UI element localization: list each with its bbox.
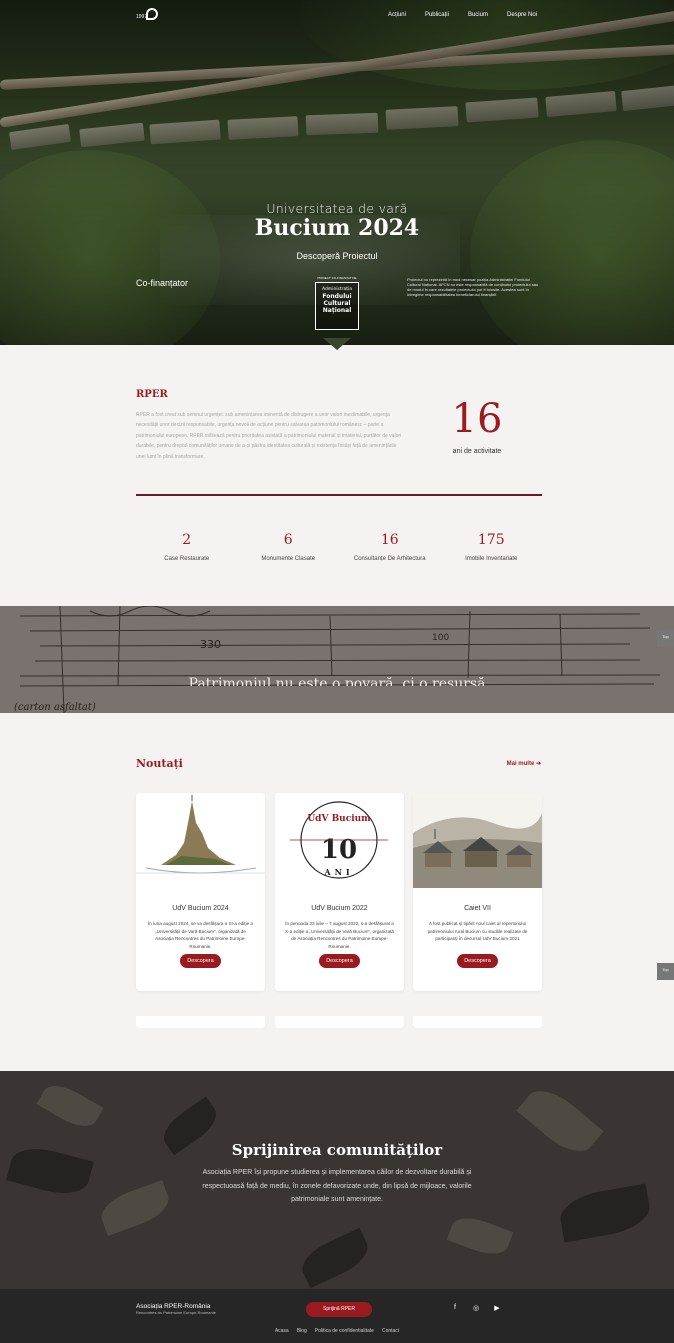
card-title[interactable]: UdV Bucium 2024 [136,905,265,912]
scroll-top-button[interactable]: Top [657,630,674,647]
stat-item: 16 Consultanțe De Arhitectura [339,532,441,562]
instagram-icon[interactable]: ◎ [471,1304,481,1312]
news-more-link[interactable]: Mai multe ➔ [507,760,541,767]
stat-item: 6 Monumente Clasate [238,532,340,562]
afcn-caption: PROIECT CO-FINANȚAT DE [317,276,357,280]
stats-row: 2 Case Restaurate 6 Monumente Clasate 16… [136,532,542,562]
footer-org-name: Asociația RPER-România [136,1303,211,1310]
scroll-top-button[interactable]: Top [657,963,674,980]
nav-despre-noi[interactable]: Despre Noi [507,12,537,18]
card-description: A fost publicat și tipărit noul caiet al… [427,921,528,941]
hero-section: 1997 Acțiuni Publicații Bucium Despre No… [0,0,674,345]
footer-link-blog[interactable]: Blog [297,1328,307,1334]
nav-actiuni[interactable]: Acțiuni [388,12,406,18]
stat-label: Monumente Clasate [261,556,316,562]
card-placeholder [275,1016,404,1028]
section-divider [136,494,542,496]
card-placeholder [413,1016,542,1028]
footer-links: Acasa Blog Politica de confidentialitate… [0,1328,674,1334]
afcn-line: Fondului [322,293,352,300]
rper-title: RPER [136,389,168,400]
social-links: f ◎ ▶ [450,1304,502,1312]
card-description: În perioada 23 iulie – 7 august 2022, s-… [285,921,394,949]
card-image[interactable]: UdV Bucium 10 ANI [275,793,404,888]
rper-description: RPER a fost creat sub semnul urgenței: s… [136,412,402,460]
nav-bucium[interactable]: Bucium [468,12,488,18]
facebook-icon[interactable]: f [450,1304,460,1312]
card-image[interactable] [413,793,542,888]
card-placeholder [136,1016,265,1028]
sketch-band: 330 100 (carton asfaltat) [0,606,674,713]
news-card: Caiet VII A fost publicat și tipărit nou… [413,793,542,991]
stat-value: 175 [477,532,505,548]
hero-title: Bucium 2024 [254,215,420,241]
card-title[interactable]: UdV Bucium 2022 [275,905,404,912]
card-button[interactable]: Descopera [319,954,360,968]
stat-item: 175 Imobile Inventariate [441,532,543,562]
funding-disclaimer: Proiectul nu reprezintă în mod necesar p… [407,277,539,297]
youtube-icon[interactable]: ▶ [492,1304,502,1312]
sketch-label: 100 [432,633,449,643]
hero-notch [323,338,351,350]
stat-item: 2 Case Restaurate [136,532,238,562]
stat-value: 16 [380,532,399,548]
news-card: UdV Bucium 10 ANI UdV Bucium 2022 În per… [275,793,404,991]
afcn-logo[interactable]: Administrația Fondului Cultural Național [315,282,359,330]
sketch-label: (carton asfaltat) [14,702,96,713]
years-label: ani de activitate [452,448,502,455]
site-logo[interactable]: 1997 [136,8,160,22]
card-button[interactable]: Descopera [457,954,498,968]
years-count: 16 [451,396,503,442]
main-nav: Acțiuni Publicații Bucium Despre Noi [388,12,537,18]
logo-ani: ANI [323,867,353,877]
nav-publicatii[interactable]: Publicații [425,12,449,18]
sketch-label: 330 [200,638,221,651]
band-quote: Patrimoniul nu este o povară, ci o resur… [188,676,486,686]
card-title[interactable]: Caiet VII [413,905,542,912]
footer-link-acasa[interactable]: Acasa [275,1328,289,1334]
afcn-line: Național [322,307,352,314]
hero-subtitle: Universitatea de vară [266,201,408,216]
stat-value: 6 [283,532,293,548]
stat-label: Imobile Inventariate [465,556,518,562]
afcn-line: Cultural [323,300,351,307]
sketch-drawing: 330 100 (carton asfaltat) [0,606,674,713]
stat-value: 2 [182,532,192,548]
news-title: Noutați [136,757,183,770]
logo-number: 10 [321,835,357,865]
logo-mark-icon [146,8,158,20]
support-text: Asociația RPER își propune studierea și … [202,1169,472,1203]
afcn-line: Administrația [321,287,353,292]
card-button[interactable]: Descopera [180,954,221,968]
support-title: Sprijinirea comunităților [231,1141,443,1159]
logo-text: UdV Bucium [307,814,371,824]
hero-cta-link[interactable]: Descoperă Proiectul [0,251,674,261]
card-description: În luna august 2024, se va desfășura a X… [148,921,253,949]
stat-label: Consultanțe De Arhitectura [353,556,426,562]
cofinantator-label: Co-finanțator [136,278,189,288]
news-card: UdV Bucium 2024 În luna august 2024, se … [136,793,265,991]
footer-link-contact[interactable]: Contact [382,1328,399,1334]
support-rper-button[interactable]: Sprijină RPER [306,1302,372,1317]
card-image[interactable] [136,793,265,888]
stat-label: Case Restaurate [164,556,210,562]
footer-link-privacy[interactable]: Politica de confidentialitate [315,1328,374,1334]
footer-org-subtitle: Rencontres du Patrimoine Europe-Roumanie [136,1310,216,1315]
